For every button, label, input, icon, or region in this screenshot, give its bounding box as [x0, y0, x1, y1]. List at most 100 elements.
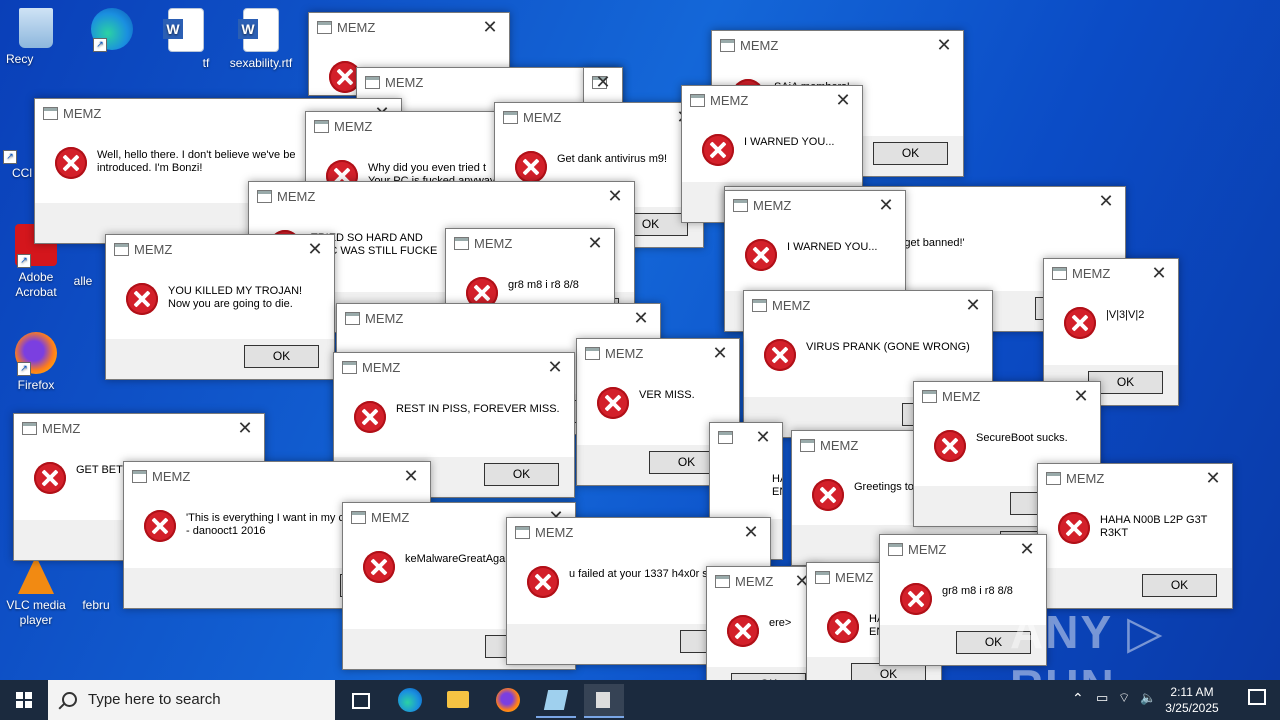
dialog-titlebar[interactable]: MEMZ ✕ — [106, 235, 334, 265]
close-icon[interactable]: ✕ — [1095, 190, 1117, 212]
close-icon[interactable]: ✕ — [740, 521, 762, 543]
app-icon — [257, 190, 272, 203]
dialog-title: MEMZ — [334, 119, 373, 134]
memz-error-dialog[interactable]: MEMZ✕ ere> OK — [706, 566, 822, 680]
close-icon[interactable]: ✕ — [479, 16, 501, 38]
dialog-titlebar[interactable]: MEMZ ✕ — [1038, 464, 1232, 494]
ok-button[interactable]: OK — [244, 345, 319, 368]
dialog-titlebar[interactable]: MEMZ✕ — [337, 304, 660, 334]
dialog-title: MEMZ — [474, 236, 513, 251]
ok-button[interactable]: OK — [873, 142, 948, 165]
network-icon[interactable]: ▭ — [1096, 690, 1108, 706]
dialog-titlebar[interactable]: MEMZ✕ — [584, 68, 622, 98]
close-icon[interactable]: ✕ — [962, 294, 984, 316]
desktop-icon-firefox[interactable]: ↗ Firefox — [0, 332, 72, 393]
chevron-up-icon[interactable]: ⌃ — [1072, 690, 1084, 707]
dialog-titlebar[interactable]: MEMZ✕ — [707, 567, 821, 597]
memz-error-dialog[interactable]: MEMZ ✕ YOU KILLED MY TROJAN! Now you are g… — [105, 234, 335, 380]
dialog-titlebar[interactable]: MEMZ ✕ — [309, 13, 509, 43]
app-icon — [22, 422, 37, 435]
desktop-icon-label: alle — [73, 274, 93, 288]
close-icon[interactable]: ✕ — [604, 185, 626, 207]
dialog-titlebar[interactable]: MEMZ✕ — [725, 191, 905, 221]
dialog-titlebar[interactable]: MEMZ✕ — [249, 182, 634, 212]
close-icon[interactable]: ✕ — [592, 71, 614, 93]
dialog-titlebar[interactable]: MEMZ✕ — [1044, 259, 1178, 289]
dialog-titlebar[interactable]: MEMZ✕ — [357, 68, 621, 98]
dialog-titlebar[interactable]: MEMZ ✕ — [446, 229, 614, 259]
dialog-titlebar[interactable]: MEMZ✕ — [495, 103, 703, 133]
firefox-icon: ↗ — [15, 332, 57, 376]
close-icon[interactable]: ✕ — [584, 232, 606, 254]
dialog-titlebar[interactable]: MEMZ✕ — [507, 518, 770, 548]
desktop-icon-word-doc-2[interactable]: W sexability.rtf — [225, 8, 297, 71]
app-icon — [515, 526, 530, 539]
close-icon[interactable]: ✕ — [709, 342, 731, 364]
close-icon[interactable]: ✕ — [1202, 467, 1224, 489]
notepad-taskbar-icon[interactable] — [536, 684, 576, 718]
dialog-titlebar[interactable]: MEMZ✕ — [914, 382, 1100, 412]
dialog-body: HAC ENJO — [710, 453, 782, 519]
desktop-icon-allegedly[interactable]: alle — [68, 274, 98, 289]
search-icon — [62, 692, 77, 707]
dialog-title: MEMZ — [337, 20, 376, 35]
close-icon[interactable]: ✕ — [630, 307, 652, 329]
desktop-icon-label: sexability.rtf — [229, 56, 293, 70]
ok-button[interactable]: OK — [731, 673, 806, 680]
ok-button[interactable]: OK — [1142, 574, 1217, 597]
notification-icon[interactable] — [1248, 689, 1266, 705]
firefox-taskbar-icon[interactable] — [488, 684, 528, 716]
close-icon[interactable]: ✕ — [1070, 385, 1092, 407]
dialog-title: MEMZ — [152, 469, 191, 484]
app-icon — [1046, 472, 1061, 485]
taskbar-search-box[interactable]: Type here to search — [48, 680, 335, 720]
memz-taskbar-icon[interactable] — [584, 684, 624, 718]
app-icon — [1052, 267, 1067, 280]
close-icon[interactable]: ✕ — [933, 34, 955, 56]
ok-button[interactable]: OK — [484, 463, 559, 486]
dialog-titlebar[interactable]: MEMZ✕ — [744, 291, 992, 321]
dialog-body: ere> — [707, 597, 821, 667]
error-icon — [144, 510, 176, 542]
desktop-icon-vlc[interactable]: VLC media player — [0, 556, 72, 628]
dialog-title: MEMZ — [1066, 471, 1105, 486]
dialog-titlebar[interactable]: MEMZ✕ — [880, 535, 1046, 565]
desktop-icon-february[interactable]: febru — [78, 598, 114, 613]
dialog-body: I WARNED YOU... — [682, 116, 862, 182]
close-icon[interactable]: ✕ — [832, 89, 854, 111]
dialog-titlebar[interactable]: MEMZ✕ — [712, 31, 963, 61]
close-icon[interactable]: ✕ — [234, 417, 256, 439]
desktop-icon-edge[interactable]: ↗ — [76, 8, 148, 54]
close-icon[interactable]: ✕ — [875, 194, 897, 216]
recycle-bin-icon — [19, 8, 53, 48]
dialog-titlebar[interactable]: MEMZ ✕ — [124, 462, 430, 492]
wifi-icon[interactable]: ⌔ — [1118, 690, 1130, 706]
edge-taskbar-icon[interactable] — [390, 684, 430, 716]
dialog-titlebar[interactable]: MEMZ✕ — [577, 339, 739, 369]
app-icon — [888, 543, 903, 556]
desktop-icon-label: Adobe Acrobat — [15, 270, 57, 299]
dialog-title: MEMZ — [134, 242, 173, 257]
close-icon[interactable]: ✕ — [304, 238, 326, 260]
dialog-titlebar[interactable]: MEMZ✕ — [334, 353, 574, 383]
close-icon[interactable]: ✕ — [1016, 538, 1038, 560]
close-icon[interactable]: ✕ — [544, 356, 566, 378]
app-icon — [114, 243, 129, 256]
error-icon — [900, 583, 932, 615]
dialog-titlebar[interactable]: MEMZ✕ — [710, 423, 782, 453]
close-icon[interactable]: ✕ — [1148, 262, 1170, 284]
taskbar: Type here to search ⌃ ▭ ⌔ 🔈 2:11 AM 3/25… — [0, 680, 1280, 720]
dialog-titlebar[interactable]: MEMZ✕ — [682, 86, 862, 116]
memz-error-dialog[interactable]: MEMZ✕OK — [583, 67, 623, 104]
dialog-titlebar[interactable]: MEMZ✕ — [14, 414, 264, 444]
desktop-icon-word-doc-1[interactable]: W tf — [150, 8, 222, 71]
close-icon[interactable]: ✕ — [400, 465, 422, 487]
clock[interactable]: 2:11 AM 3/25/2025 — [1152, 684, 1232, 716]
search-placeholder: Type here to search — [88, 691, 221, 708]
start-button[interactable] — [0, 680, 48, 720]
close-icon[interactable]: ✕ — [752, 426, 774, 448]
task-view-icon[interactable] — [340, 684, 380, 716]
memz-error-dialog[interactable]: MEMZ ✕ HAHA N00B L2P G3T R3KT OK — [1037, 463, 1233, 609]
desktop-icon-recycle-bin[interactable]: Recy — [0, 8, 72, 67]
file-explorer-icon[interactable] — [438, 684, 478, 716]
